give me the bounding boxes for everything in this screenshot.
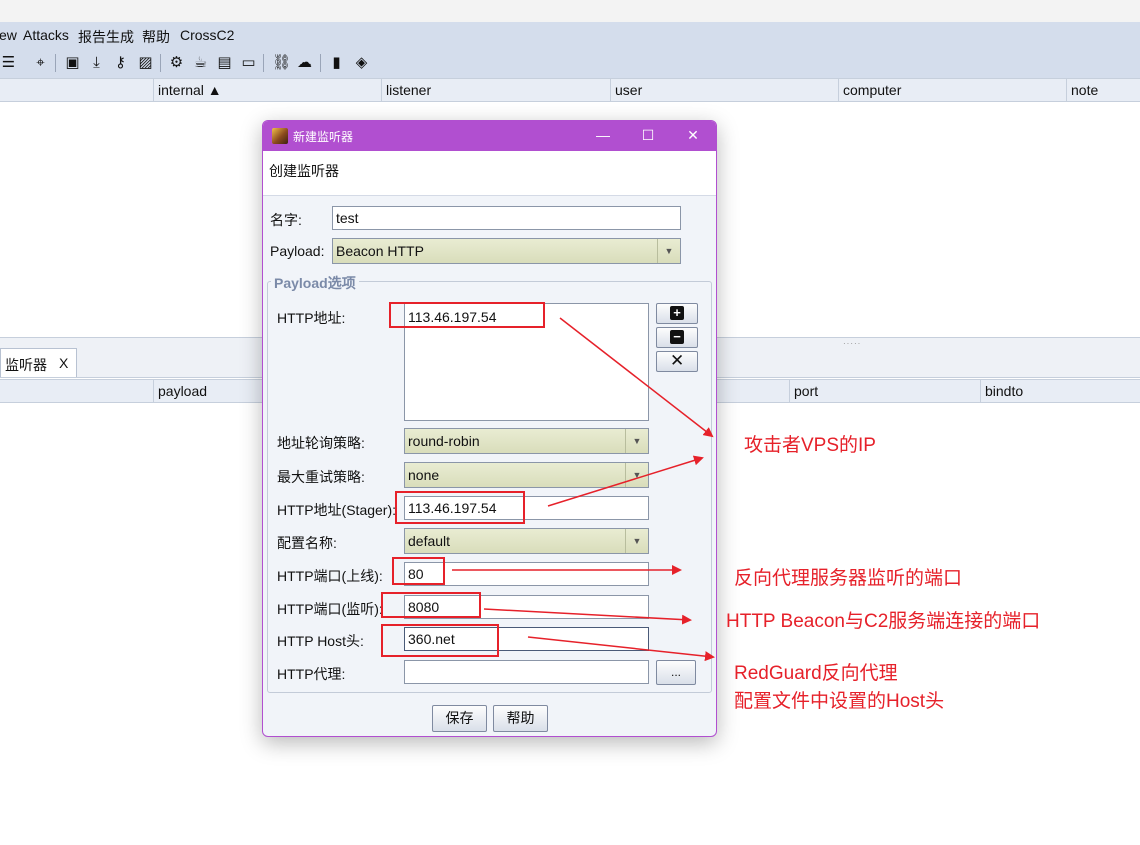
annotation-reverse-port: 反向代理服务器监听的端口 (734, 568, 963, 589)
annotation-c2-port: HTTP Beacon与C2服务端连接的端口 (726, 611, 1041, 632)
arrow-vps-ip (559, 317, 714, 438)
annotation-arrows (452, 317, 715, 662)
annotation-host-line1: RedGuard反向代理 (734, 663, 898, 684)
arrow-port-bind (483, 608, 692, 625)
arrow-host-header (527, 636, 715, 662)
arrow-stager (547, 455, 704, 507)
annotation-vps-ip: 攻击者VPS的IP (744, 435, 876, 456)
annotation-host-line2: 配置文件中设置的Host头 (734, 691, 945, 712)
